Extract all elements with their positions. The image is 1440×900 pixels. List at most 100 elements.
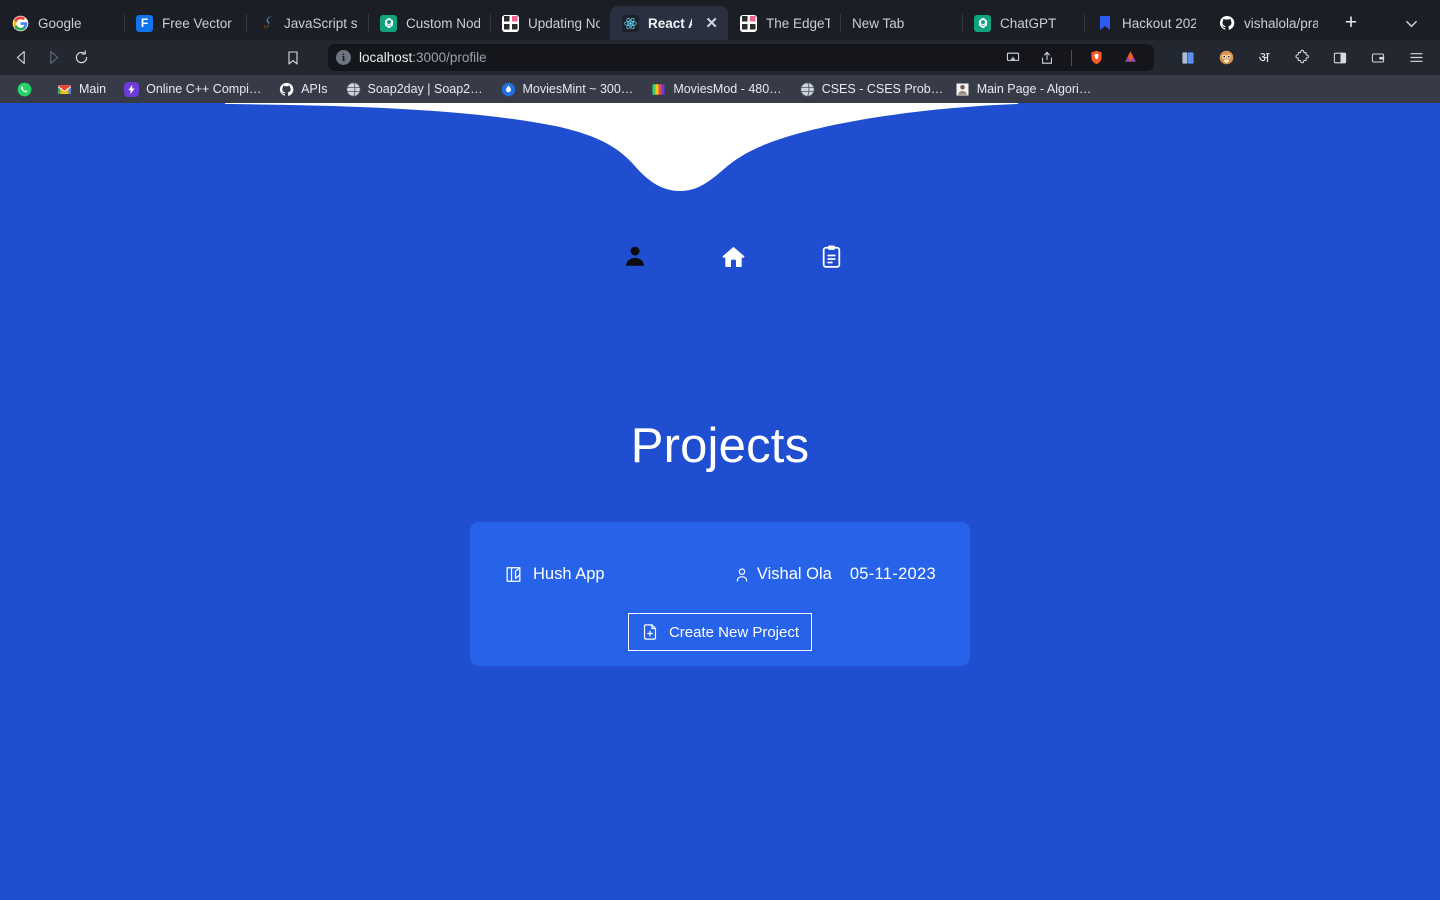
gmail-favicon	[57, 82, 72, 97]
wave-header-shape	[225, 103, 1018, 191]
url-host: localhost	[359, 50, 413, 65]
tab-label: Hackout 2023:	[1122, 15, 1196, 31]
bookmark-whatsapp[interactable]	[8, 82, 48, 97]
bookmark-label: Main	[79, 82, 107, 96]
bookmark-cses[interactable]: CSES - CSES Prob…	[791, 81, 946, 97]
site-info-icon[interactable]: i	[336, 50, 351, 65]
project-name-group: Hush App	[504, 565, 605, 584]
brave-lion-icon[interactable]	[1114, 45, 1146, 71]
hamburger-menu-icon[interactable]	[1400, 45, 1432, 71]
tab-label: The EdgeText c	[766, 15, 830, 31]
tab-label: React App	[648, 15, 692, 31]
split-view-icon[interactable]	[1324, 45, 1356, 71]
reload-icon[interactable]	[67, 45, 97, 71]
project-card[interactable]: Hush App Vishal Ola 05-11-2023 Create Ne…	[470, 522, 970, 666]
github-favicon	[279, 82, 294, 97]
bookmark-label: Online C++ Compi…	[146, 82, 262, 96]
navigation-toolbar: i localhost:3000/profile अ	[0, 40, 1440, 75]
bookmark-label: Main Page - Algori…	[976, 82, 1092, 96]
browser-tab-updating-node[interactable]: Updating Node	[490, 6, 610, 40]
browser-tab-vishalola-repo[interactable]: vishalola/prava	[1206, 6, 1328, 40]
bookmark-soap2day[interactable]: Soap2day | Soap2…	[337, 81, 492, 97]
profile-icon[interactable]	[620, 241, 650, 271]
project-owner: Vishal Ola	[756, 565, 832, 583]
bookmark-label: MoviesMod - 480…	[673, 82, 782, 96]
divider	[1071, 49, 1072, 66]
browser-tab-react-app[interactable]: React App ✕	[610, 6, 728, 40]
project-meta: Vishal Ola 05-11-2023	[734, 565, 936, 584]
browser-tab-new-tab[interactable]: New Tab	[840, 6, 962, 40]
moviesmint-favicon	[501, 82, 516, 97]
algorithms-favicon	[955, 82, 970, 97]
react-favicon	[622, 14, 639, 32]
grid-favicon	[502, 14, 519, 32]
puzzle-extension-icon[interactable]	[1286, 45, 1318, 71]
java-favicon	[258, 15, 275, 32]
project-row: Hush App Vishal Ola 05-11-2023	[470, 522, 970, 584]
browser-tab-hackout[interactable]: Hackout 2023:	[1084, 6, 1206, 40]
bookmark-main[interactable]: Main	[48, 82, 115, 97]
bookmark-moviesmod[interactable]: MoviesMod - 480…	[642, 82, 790, 97]
tab-label: Custom Node	[406, 15, 480, 31]
bookmark-label: CSES - CSES Prob…	[821, 82, 944, 96]
page-title: Projects	[630, 419, 810, 473]
tab-label: ChatGPT	[1000, 15, 1057, 31]
url-text: localhost:3000/profile	[359, 50, 487, 65]
forward-icon[interactable]	[38, 45, 68, 71]
book-open-icon	[504, 565, 523, 584]
user-icon	[734, 567, 750, 583]
blue-favicon	[1096, 15, 1113, 32]
bookmark-algorithms-main-page[interactable]: Main Page - Algori…	[946, 82, 1101, 97]
bookmark-label: Soap2day | Soap2…	[367, 82, 483, 96]
hindi-translate-icon[interactable]: अ	[1248, 45, 1280, 71]
chatgpt-favicon	[380, 14, 397, 32]
back-icon[interactable]	[8, 45, 38, 71]
moviesmod-favicon	[651, 82, 666, 97]
chevron-down-icon[interactable]	[1394, 6, 1428, 40]
share-icon[interactable]	[1031, 45, 1063, 71]
sidebar-icon[interactable]	[1172, 45, 1204, 71]
address-bar[interactable]: i localhost:3000/profile	[328, 44, 1154, 71]
brave-shields-icon[interactable]	[1080, 45, 1112, 71]
project-owner-group: Vishal Ola	[734, 565, 832, 584]
new-tab-button[interactable]: +	[1334, 6, 1368, 40]
tab-label: JavaScript stri	[284, 15, 358, 31]
wallet-icon[interactable]	[1362, 45, 1394, 71]
clipboard-icon[interactable]	[816, 241, 846, 271]
monkey-extension-icon[interactable]	[1210, 45, 1242, 71]
page-content: Projects Hush App Vishal Ola 05-11-2023 …	[0, 103, 1440, 900]
tab-label: New Tab	[852, 15, 905, 31]
browser-tab-google[interactable]: Google	[0, 6, 124, 40]
tab-label: Updating Node	[528, 15, 600, 31]
browser-tab-free-vector[interactable]: F Free Vector | Te	[124, 6, 246, 40]
project-date: 05-11-2023	[849, 565, 936, 583]
browser-tab-chatgpt[interactable]: ChatGPT	[962, 6, 1084, 40]
extension-toolbar: अ	[1172, 45, 1432, 71]
globe-favicon	[800, 81, 815, 97]
grid-favicon	[740, 14, 757, 32]
browser-window: Google F Free Vector | Te JavaScript str…	[0, 0, 1440, 900]
file-plus-icon	[641, 623, 659, 641]
project-name: Hush App	[533, 565, 605, 583]
globe-favicon	[345, 81, 361, 97]
whatsapp-favicon	[17, 82, 32, 97]
bookmark-online-cpp-compiler[interactable]: Online C++ Compi…	[115, 81, 270, 97]
browser-tab-javascript[interactable]: JavaScript stri	[246, 6, 368, 40]
bookmark-apis[interactable]: APIs	[270, 82, 336, 97]
bookmark-icon[interactable]	[279, 45, 309, 71]
home-icon[interactable]	[718, 241, 748, 271]
app-nav-icons	[0, 241, 1440, 271]
create-new-project-label: Create New Project	[668, 623, 800, 641]
create-new-project-button[interactable]: Create New Project	[628, 613, 812, 651]
bookmark-label: APIs	[301, 82, 328, 96]
cast-icon[interactable]	[997, 45, 1029, 71]
chatgpt-favicon	[974, 14, 991, 32]
bookmark-label: MoviesMint ~ 300…	[522, 82, 634, 96]
browser-tab-custom-node[interactable]: Custom Node	[368, 6, 490, 40]
browser-tab-edgetext[interactable]: The EdgeText c	[728, 6, 840, 40]
tab-strip: Google F Free Vector | Te JavaScript str…	[0, 0, 1440, 40]
tab-label: vishalola/prava	[1244, 15, 1318, 31]
close-icon[interactable]: ✕	[705, 16, 718, 31]
google-favicon	[12, 15, 29, 32]
bookmark-moviesmint[interactable]: MoviesMint ~ 300…	[492, 82, 643, 97]
